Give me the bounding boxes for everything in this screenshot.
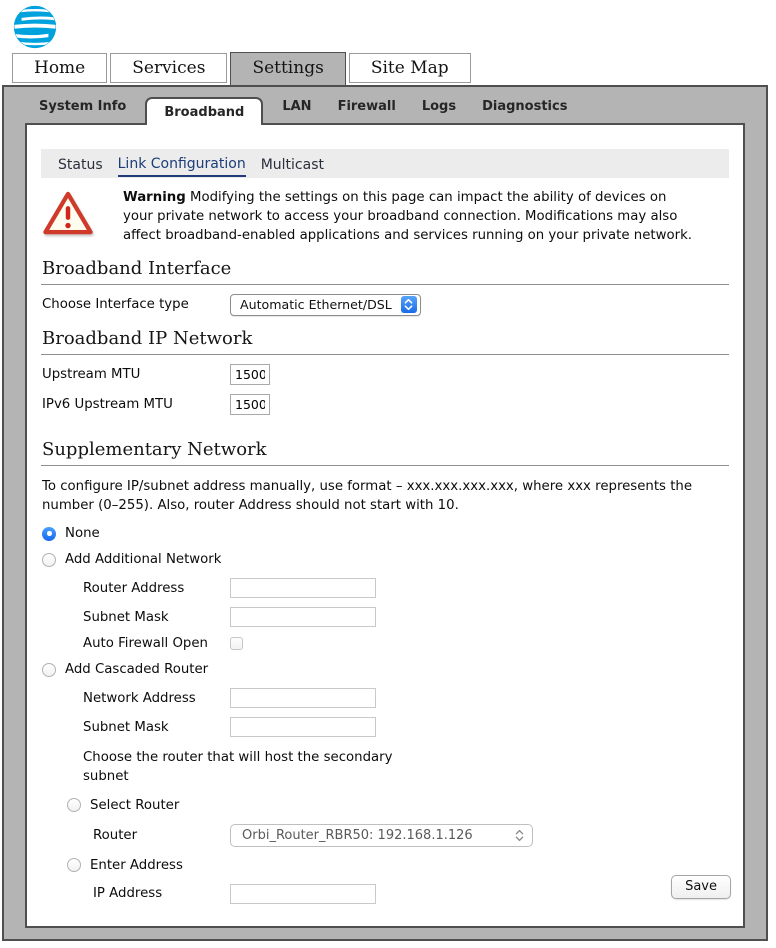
radio-row-none[interactable]: None (42, 526, 730, 541)
warning-box: Warning Modifying the settings on this p… (42, 189, 730, 246)
settings-frame: System Info Broadband LAN Firewall Logs … (2, 85, 768, 941)
subtab-diagnostics[interactable]: Diagnostics (469, 89, 580, 123)
network-address-label: Network Address (83, 690, 196, 706)
save-button[interactable]: Save (671, 875, 731, 899)
host-router-note: Choose the router that will host the sec… (83, 750, 393, 784)
enter-address-label: Enter Address (90, 857, 183, 873)
router-select[interactable]: Orbi_Router_RBR50: 192.168.1.126 (230, 823, 533, 847)
radio-row-enter-address[interactable]: Enter Address (67, 858, 730, 873)
link-multicast[interactable]: Multicast (261, 152, 324, 176)
subnet-mask-label: Subnet Mask (83, 609, 169, 625)
network-address-input[interactable] (230, 688, 376, 709)
add-cascaded-router-radio[interactable] (42, 662, 56, 677)
router-address-label: Router Address (83, 580, 185, 596)
warning-body: Modifying the settings on this page can … (123, 190, 693, 243)
subtab-system-info[interactable]: System Info (26, 89, 139, 123)
select-chevrons-icon (515, 829, 524, 842)
enter-address-radio[interactable] (67, 858, 81, 873)
broadband-panel: Status Link Configuration Multicast Warn… (25, 123, 745, 928)
subnet-mask-input[interactable] (230, 607, 376, 628)
interface-type-select[interactable]: Automatic Ethernet/DSL (230, 293, 421, 316)
link-status[interactable]: Status (58, 152, 103, 176)
select-router-radio[interactable] (67, 798, 81, 813)
settings-sub-nav: System Info Broadband LAN Firewall Logs … (4, 87, 766, 125)
radio-row-add-cascaded-router[interactable]: Add Cascaded Router (42, 662, 730, 677)
router-label: Router (93, 827, 138, 843)
router-select-value: Orbi_Router_RBR50: 192.168.1.126 (242, 827, 473, 843)
add-cascaded-router-label: Add Cascaded Router (65, 662, 209, 678)
warning-text: Warning Modifying the settings on this p… (123, 189, 695, 246)
interface-type-value: Automatic Ethernet/DSL (240, 297, 392, 313)
cascaded-subnet-mask-input[interactable] (230, 717, 376, 738)
radio-row-add-additional-network[interactable]: Add Additional Network (42, 552, 730, 567)
tab-services[interactable]: Services (110, 53, 228, 83)
upstream-mtu-input[interactable] (230, 363, 270, 385)
divider (41, 283, 729, 285)
add-additional-network-label: Add Additional Network (65, 552, 222, 568)
auto-firewall-open-label: Auto Firewall Open (83, 636, 208, 652)
link-link-configuration[interactable]: Link Configuration (117, 151, 246, 177)
att-logo-icon (12, 4, 58, 50)
interface-type-label: Choose Interface type (42, 297, 189, 313)
divider (41, 353, 729, 355)
warning-title: Warning (123, 190, 186, 205)
subtab-firewall[interactable]: Firewall (325, 89, 409, 123)
ip-address-label: IP Address (93, 886, 163, 902)
router-address-input[interactable] (230, 578, 376, 599)
heading-broadband-ip-network: Broadband IP Network (42, 327, 253, 349)
subtab-logs[interactable]: Logs (409, 89, 469, 123)
none-radio[interactable] (42, 526, 56, 541)
upstream-mtu-label: Upstream MTU (42, 366, 141, 382)
auto-firewall-open-checkbox[interactable] (230, 637, 243, 651)
main-nav: Home Services Settings Site Map (12, 52, 474, 85)
cascaded-subnet-mask-label: Subnet Mask (83, 719, 169, 735)
heading-supplementary-network: Supplementary Network (42, 438, 267, 460)
heading-broadband-interface: Broadband Interface (42, 257, 232, 279)
radio-row-select-router[interactable]: Select Router (67, 798, 730, 813)
add-additional-network-radio[interactable] (42, 552, 56, 567)
select-router-label: Select Router (90, 797, 180, 813)
subtab-broadband[interactable]: Broadband (145, 97, 264, 125)
tab-settings[interactable]: Settings (230, 52, 346, 85)
broadband-section-nav: Status Link Configuration Multicast (41, 149, 729, 178)
tab-home[interactable]: Home (12, 53, 108, 83)
supplementary-description: To configure IP/subnet address manually,… (42, 478, 693, 513)
select-stepper-icon (400, 296, 417, 314)
ipv6-upstream-mtu-label: IPv6 Upstream MTU (42, 396, 173, 412)
ip-address-input[interactable] (230, 883, 376, 904)
tab-site-map[interactable]: Site Map (348, 53, 471, 83)
ipv6-upstream-mtu-input[interactable] (230, 393, 270, 415)
divider (41, 464, 729, 466)
warning-triangle-icon (42, 189, 94, 246)
none-label: None (65, 526, 100, 542)
subtab-lan[interactable]: LAN (269, 89, 324, 123)
